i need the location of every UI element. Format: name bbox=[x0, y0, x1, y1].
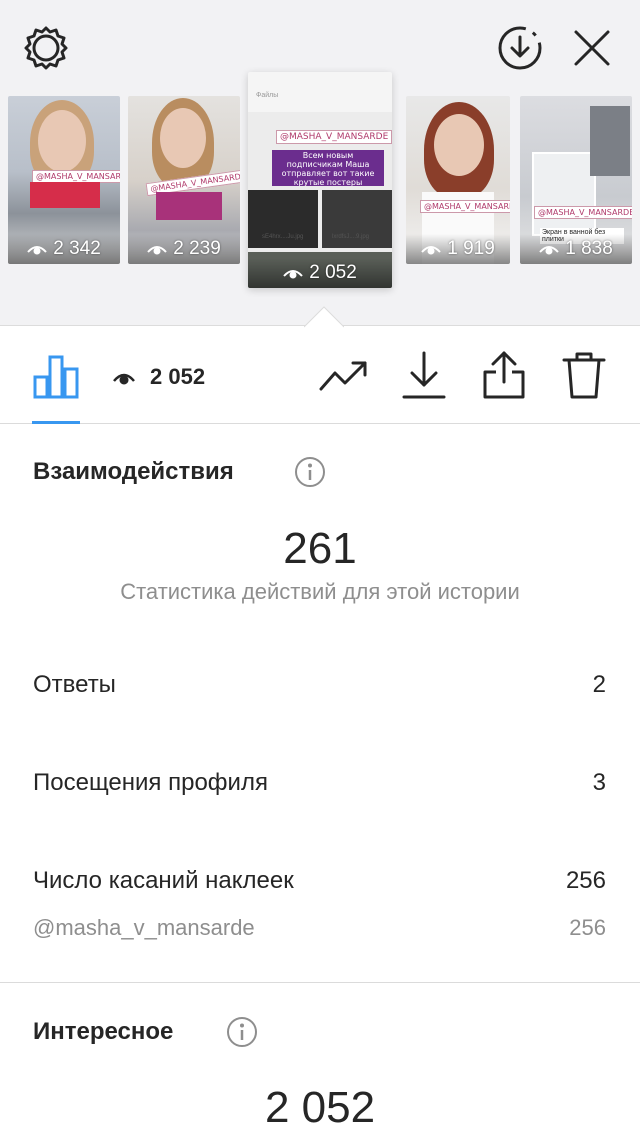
story-gallery: @MASHA_V_MANSARDE 2 342 @MASHA_V_MANSARD… bbox=[0, 0, 640, 326]
sticker-taps-label: Число касаний наклеек bbox=[33, 867, 294, 894]
sticker-mention-value: 256 bbox=[569, 915, 606, 940]
story-text-overlay bbox=[156, 192, 222, 220]
views-counter: 2 052 bbox=[112, 362, 205, 392]
settings-button[interactable] bbox=[18, 22, 74, 74]
insights-toolbar: 2 052 bbox=[0, 326, 640, 424]
story-thumbnail[interactable]: @MASHA_V_MANSARDE 1 919 bbox=[406, 96, 510, 264]
story-thumbnail[interactable]: @MASHA_V_MANSARDE 2 342 bbox=[8, 96, 120, 264]
thumbnail-views-count: 2 342 bbox=[53, 238, 101, 259]
face-shape bbox=[38, 110, 86, 172]
thumbnail-views-count: 1 838 bbox=[565, 238, 613, 259]
thumbnail-views: 1 919 bbox=[406, 238, 510, 260]
mirror-photo bbox=[590, 106, 630, 176]
views-count: 2 052 bbox=[150, 364, 206, 389]
sticker-mention-label: @masha_v_mansarde bbox=[33, 915, 255, 940]
thumbnail-views-count: 2 052 bbox=[309, 262, 357, 283]
trending-icon bbox=[319, 361, 367, 391]
close-button[interactable] bbox=[566, 22, 618, 74]
download-button[interactable] bbox=[398, 348, 450, 404]
info-icon[interactable] bbox=[226, 1016, 258, 1048]
bar-chart-icon bbox=[33, 355, 79, 399]
thumbnail-views: 2 052 bbox=[248, 262, 392, 284]
eye-icon bbox=[539, 246, 559, 255]
replies-value: 2 bbox=[592, 671, 606, 698]
share-button[interactable] bbox=[476, 346, 532, 404]
eye-icon bbox=[113, 373, 135, 385]
story-text-overlay: Всем новым подписчикам Маша отправляет в… bbox=[272, 150, 384, 186]
eye-icon bbox=[27, 246, 47, 255]
promote-button[interactable] bbox=[316, 352, 372, 400]
interactions-caption: Статистика действий для этой истории bbox=[120, 579, 520, 604]
screenshot-header: Файлы bbox=[256, 92, 279, 99]
story-text-overlay bbox=[30, 182, 100, 208]
profile-visits-label: Посещения профиля bbox=[33, 769, 268, 796]
info-icon[interactable] bbox=[294, 456, 326, 488]
eye-icon bbox=[283, 270, 303, 279]
replies-label: Ответы bbox=[33, 671, 116, 698]
download-icon bbox=[402, 351, 446, 399]
interactions-total: 261 bbox=[283, 524, 357, 573]
mention-sticker: @MASHA_V_MANSARDE bbox=[276, 130, 392, 144]
eye-icon bbox=[147, 246, 167, 255]
close-icon bbox=[574, 30, 610, 66]
eye-icon bbox=[421, 246, 441, 255]
thumbnail-views: 2 239 bbox=[128, 238, 240, 260]
thumbnail-views: 1 838 bbox=[520, 238, 632, 260]
file-name-2: lxrdfsJ....9.jpg bbox=[332, 234, 370, 240]
interactions-title: Взаимодействия bbox=[33, 458, 234, 485]
face-shape bbox=[160, 108, 206, 168]
selected-pointer bbox=[304, 306, 344, 328]
download-circle-icon bbox=[498, 26, 542, 70]
discovery-total: 2 052 bbox=[264, 1083, 376, 1132]
story-thumbnail-selected[interactable]: Файлы @MASHA_V_MANSARDE Всем новым подпи… bbox=[248, 72, 392, 288]
file-name-1: sE4hrx....Ju.jpg bbox=[262, 234, 304, 240]
delete-button[interactable] bbox=[556, 346, 612, 404]
section-divider bbox=[0, 982, 640, 983]
active-tab-indicator bbox=[32, 421, 80, 424]
discovery-title: Интересное bbox=[33, 1018, 174, 1045]
sticker-taps-value: 256 bbox=[565, 867, 606, 894]
trash-icon bbox=[562, 352, 606, 399]
story-thumbnail[interactable]: @MASHA_V_MANSARDE Экран в ванной без пли… bbox=[520, 96, 632, 264]
mention-sticker: @MASHA_V_MANSARDE bbox=[420, 200, 510, 213]
story-thumbnail[interactable]: @MASHA_V_MANSARDE 2 239 bbox=[128, 96, 240, 264]
thumbnail-views-count: 2 239 bbox=[173, 238, 221, 259]
save-story-button[interactable] bbox=[492, 22, 548, 74]
tile-photo bbox=[532, 152, 596, 236]
stats-tab[interactable] bbox=[28, 350, 84, 402]
settings-gear-icon bbox=[24, 26, 68, 70]
thumbnail-views-count: 1 919 bbox=[447, 238, 495, 259]
share-icon bbox=[483, 351, 525, 399]
mention-sticker: @MASHA_V_MANSARDE bbox=[534, 206, 632, 219]
profile-visits-value: 3 bbox=[592, 769, 606, 796]
face-shape bbox=[434, 114, 484, 176]
thumbnail-views: 2 342 bbox=[8, 238, 120, 260]
